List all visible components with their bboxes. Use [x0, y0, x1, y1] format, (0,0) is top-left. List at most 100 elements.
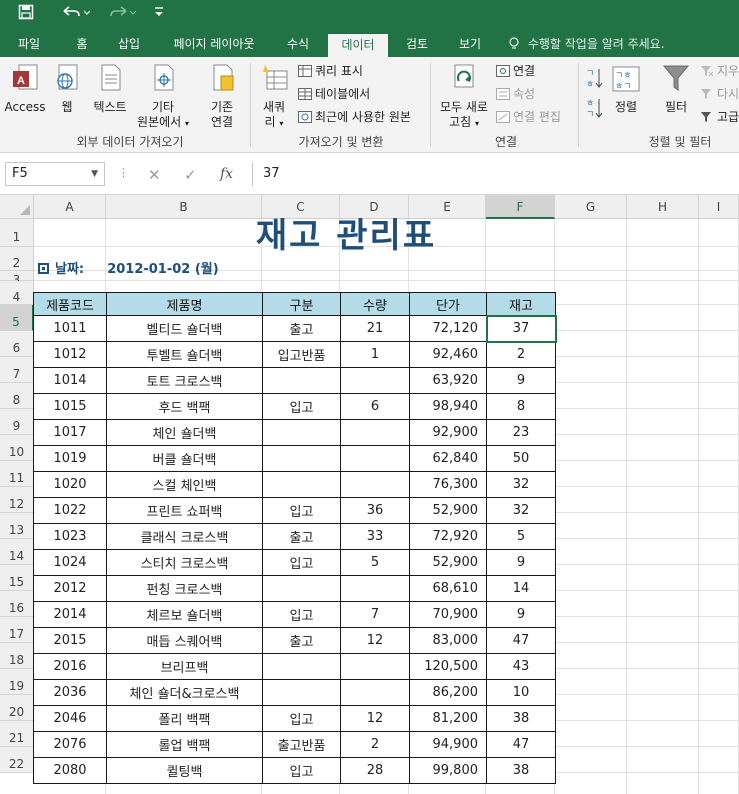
cell-name[interactable]: 후드 백팩 [106, 393, 263, 420]
header-price[interactable]: 단가 [409, 292, 487, 316]
undo-icon[interactable] [58, 4, 92, 26]
tab-file[interactable]: 파일 [6, 32, 52, 57]
cell-name[interactable]: 펀칭 크로스백 [106, 575, 263, 602]
refresh-all-button[interactable]: 모두 새로 고침 ▾ [436, 63, 492, 131]
cell-name[interactable]: 폴리 백팩 [106, 705, 263, 732]
tab-data[interactable]: 데이터 [328, 34, 388, 57]
row-header[interactable]: 2 [0, 247, 34, 271]
tab-insert[interactable]: 삽입 [108, 32, 150, 57]
cell-stock[interactable]: 9 [486, 367, 556, 394]
show-queries-button[interactable]: 쿼리 표시 [298, 62, 363, 80]
header-name[interactable]: 제품명 [106, 292, 263, 316]
tab-review[interactable]: 검토 [396, 32, 438, 57]
cell-code[interactable]: 1017 [33, 419, 107, 446]
cell-type[interactable] [262, 575, 341, 602]
name-box[interactable]: F5 ▼ [5, 162, 105, 186]
from-table-button[interactable]: 테이블에서 [298, 85, 370, 103]
row-header[interactable]: 21 [0, 721, 34, 747]
header-stock[interactable]: 재고 [486, 292, 556, 316]
customize-qat-icon[interactable] [150, 4, 168, 26]
cell-name[interactable]: 스컬 체인백 [106, 471, 263, 498]
cell-code[interactable]: 2014 [33, 601, 107, 628]
cell-qty[interactable] [340, 471, 410, 498]
cell-price[interactable]: 94,900 [409, 731, 487, 758]
cell-type[interactable]: 출고 [262, 315, 341, 342]
cell-qty[interactable]: 2 [340, 731, 410, 758]
cell-type[interactable] [262, 679, 341, 706]
cell-price[interactable]: 76,300 [409, 471, 487, 498]
cell-qty[interactable]: 12 [340, 705, 410, 732]
row-header[interactable]: 18 [0, 643, 34, 669]
cell-code[interactable]: 1024 [33, 549, 107, 576]
select-all-button[interactable] [0, 195, 34, 219]
cell-type[interactable]: 출고 [262, 627, 341, 654]
cell-qty[interactable]: 33 [340, 523, 410, 550]
advanced-filter-button[interactable]: 고급 [700, 108, 739, 126]
sort-button[interactable]: ㄱㅎ ㅎㄱ 정렬 [608, 63, 644, 115]
cell-code[interactable]: 1012 [33, 341, 107, 368]
new-query-button[interactable]: 새쿼 리 ▾ [256, 63, 292, 131]
row-header[interactable]: 8 [0, 383, 34, 409]
cell-qty[interactable]: 7 [340, 601, 410, 628]
row-header[interactable]: 7 [0, 357, 34, 383]
cell-code[interactable]: 1019 [33, 445, 107, 472]
cell-price[interactable]: 83,000 [409, 627, 487, 654]
cell-price[interactable]: 72,120 [409, 315, 487, 342]
cell-qty[interactable] [340, 367, 410, 394]
cell-name[interactable]: 클래식 크로스백 [106, 523, 263, 550]
row-header[interactable]: 11 [0, 461, 34, 487]
row-header[interactable]: 22 [0, 747, 34, 773]
header-code[interactable]: 제품코드 [33, 292, 107, 316]
cell-type[interactable]: 입고 [262, 393, 341, 420]
row-header[interactable]: 13 [0, 513, 34, 539]
tab-formulas[interactable]: 수식 [276, 32, 320, 57]
cell-price[interactable]: 72,920 [409, 523, 487, 550]
cell-qty[interactable]: 1 [340, 341, 410, 368]
recent-sources-button[interactable]: 최근에 사용한 원본 [298, 108, 411, 126]
cell-code[interactable]: 2015 [33, 627, 107, 654]
cell-stock[interactable]: 37 [485, 314, 557, 343]
cell-price[interactable]: 63,920 [409, 367, 487, 394]
cell-type[interactable] [262, 653, 341, 680]
cell-name[interactable]: 스티치 크로스백 [106, 549, 263, 576]
row-header[interactable]: 6 [0, 331, 34, 357]
cell-stock[interactable]: 47 [486, 627, 556, 654]
cell-price[interactable]: 92,900 [409, 419, 487, 446]
cell-stock[interactable]: 32 [486, 497, 556, 524]
cell-type[interactable] [262, 419, 341, 446]
row-header[interactable]: 19 [0, 669, 34, 695]
cell-name[interactable]: 프린트 쇼퍼백 [106, 497, 263, 524]
worksheet-grid[interactable]: ABCDEFGHI 1 2 3 4 5 6 7 8 9 10 11 12 13 14 15 16 17 18 19 2… [0, 195, 739, 794]
sort-za-button[interactable]: ㅎㄱ [584, 97, 604, 126]
cell-price[interactable]: 99,800 [409, 757, 487, 784]
cell-type[interactable]: 입고반품 [262, 341, 341, 368]
cancel-icon[interactable]: ✕ [148, 166, 161, 184]
cell-stock[interactable]: 8 [486, 393, 556, 420]
cell-qty[interactable]: 6 [340, 393, 410, 420]
existing-connections-button[interactable]: 기존 연결 [200, 63, 244, 130]
cell-qty[interactable] [340, 679, 410, 706]
column-header[interactable]: A [34, 195, 106, 219]
clear-filter-button[interactable]: 지우 [700, 62, 739, 80]
tab-home[interactable]: 홈 [64, 32, 100, 57]
row-header[interactable]: 17 [0, 617, 34, 643]
from-text-button[interactable]: 텍스트 [88, 63, 132, 115]
cell-price[interactable]: 62,840 [409, 445, 487, 472]
cell-type[interactable]: 입고 [262, 705, 341, 732]
cell-price[interactable]: 81,200 [409, 705, 487, 732]
cell-price[interactable]: 120,500 [409, 653, 487, 680]
cell-code[interactable]: 1011 [33, 315, 107, 342]
row-header[interactable]: 1 [0, 219, 34, 247]
reapply-button[interactable]: 다시 [700, 85, 739, 103]
cell-stock[interactable]: 32 [486, 471, 556, 498]
cell-qty[interactable]: 28 [340, 757, 410, 784]
cell-stock[interactable]: 38 [486, 705, 556, 732]
cell-price[interactable]: 52,900 [409, 549, 487, 576]
cell-code[interactable]: 1015 [33, 393, 107, 420]
cell-qty[interactable]: 21 [340, 315, 410, 342]
cell-type[interactable]: 출고 [262, 523, 341, 550]
cell-type[interactable]: 입고 [262, 549, 341, 576]
cell-stock[interactable]: 9 [486, 549, 556, 576]
cell-code[interactable]: 2076 [33, 731, 107, 758]
properties-button[interactable]: 속성 [496, 85, 535, 103]
